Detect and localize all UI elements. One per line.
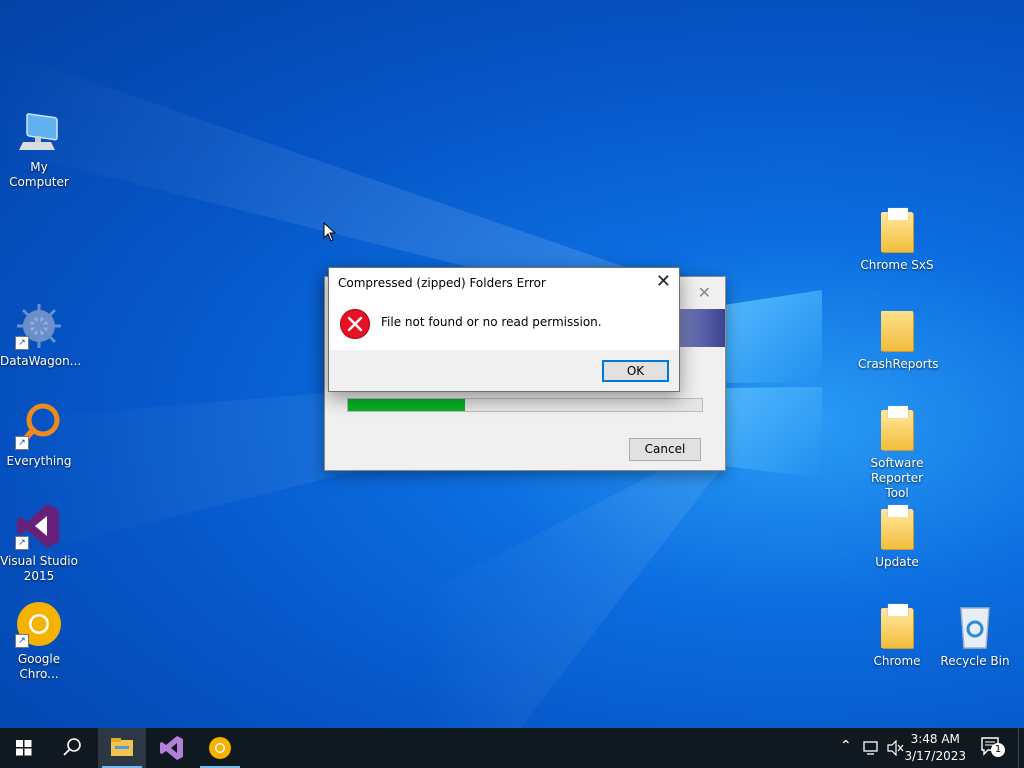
desktop-icon-label: Update: [875, 555, 919, 569]
search-button[interactable]: [48, 728, 96, 768]
error-message: File not found or no read permission.: [381, 315, 602, 329]
cancel-button[interactable]: Cancel: [629, 438, 701, 461]
action-center-button[interactable]: 1: [980, 736, 1006, 760]
close-icon[interactable]: ✕: [656, 271, 671, 292]
desktop-icon-crashreports[interactable]: CrashReports: [858, 305, 939, 372]
clock-time: 3:48 AM: [910, 732, 960, 746]
desktop-icon-label: DataWagon...: [0, 354, 82, 368]
desktop-icon-label: Chrome SxS: [860, 258, 934, 272]
search-icon: [63, 738, 81, 756]
taskbar-visual-studio[interactable]: [148, 728, 196, 768]
shortcut-arrow-icon: ↗: [15, 536, 29, 550]
folder-icon: [873, 206, 921, 254]
shortcut-arrow-icon: ↗: [15, 634, 29, 648]
desktop-icon-chrome-folder[interactable]: Chrome: [858, 602, 936, 669]
chrome-canary-icon: ↗: [15, 600, 63, 648]
visual-studio-icon: ↗: [15, 502, 63, 550]
desktop-icon-visual-studio[interactable]: ↗ Visual Studio 2015: [0, 502, 78, 584]
desktop-icon-label: Everything: [6, 454, 72, 468]
desktop-icon-label: Visual Studio 2015: [0, 554, 78, 583]
chrome-canary-icon: [209, 737, 231, 759]
desktop: My Computer ↗ DataWagon... ↗ Everything: [0, 0, 1024, 728]
folder-icon: [873, 503, 921, 551]
computer-icon: [15, 108, 63, 156]
desktop-icon-chrome-sxs[interactable]: Chrome SxS: [858, 206, 936, 273]
desktop-icon-label: Google Chro...: [17, 652, 61, 681]
ok-button[interactable]: OK: [602, 360, 669, 382]
desktop-icon-datawagon[interactable]: ↗ DataWagon...: [0, 302, 82, 369]
notification-badge: 1: [991, 743, 1005, 757]
recycle-bin-icon: [951, 602, 999, 650]
desktop-icon-label: My Computer: [9, 160, 69, 189]
taskbar: ⌃ 3:48 AM 3/17/2023 1: [0, 728, 1024, 768]
clock-date: 3/17/2023: [904, 749, 966, 763]
network-icon[interactable]: [862, 740, 880, 756]
show-desktop-button[interactable]: [1018, 728, 1024, 768]
error-icon: [340, 309, 370, 339]
desktop-icon-update[interactable]: Update: [858, 503, 936, 570]
everything-search-icon: ↗: [15, 402, 63, 450]
desktop-icon-recycle-bin[interactable]: Recycle Bin: [936, 602, 1014, 669]
windows-logo-icon: [16, 740, 32, 756]
visual-studio-icon: [160, 736, 183, 760]
folder-icon: [873, 305, 921, 353]
folder-icon: [873, 404, 921, 452]
dialog-title: Compressed (zipped) Folders Error: [338, 276, 546, 290]
desktop-icon-label: Software Reporter Tool: [870, 456, 924, 500]
shortcut-arrow-icon: ↗: [15, 436, 29, 450]
shortcut-arrow-icon: ↗: [15, 336, 29, 350]
taskbar-file-explorer[interactable]: [98, 728, 146, 768]
mouse-cursor-icon: [323, 222, 337, 242]
desktop-icon-everything[interactable]: ↗ Everything: [0, 402, 78, 469]
desktop-icon-label: Recycle Bin: [940, 654, 1010, 668]
error-dialog: Compressed (zipped) Folders Error ✕ File…: [328, 267, 680, 392]
desktop-icon-software-reporter-tool[interactable]: Software Reporter Tool: [858, 404, 936, 501]
folder-icon: [873, 602, 921, 650]
volume-muted-icon[interactable]: [886, 740, 904, 756]
file-explorer-icon: [111, 738, 133, 756]
desktop-icon-my-computer[interactable]: My Computer: [0, 108, 78, 190]
desktop-icon-google-chrome[interactable]: ↗ Google Chro...: [0, 600, 78, 682]
desktop-icon-label: Chrome: [873, 654, 921, 668]
progress-bar: [347, 398, 703, 412]
datawagon-icon: ↗: [15, 302, 63, 350]
close-icon[interactable]: ✕: [698, 283, 711, 302]
progress-fill: [348, 399, 465, 411]
system-clock[interactable]: 3:48 AM 3/17/2023: [904, 731, 966, 765]
chevron-up-icon[interactable]: ⌃: [840, 738, 852, 754]
start-button[interactable]: [0, 728, 48, 768]
taskbar-chrome[interactable]: [196, 728, 244, 768]
desktop-icon-label: CrashReports: [858, 357, 939, 371]
